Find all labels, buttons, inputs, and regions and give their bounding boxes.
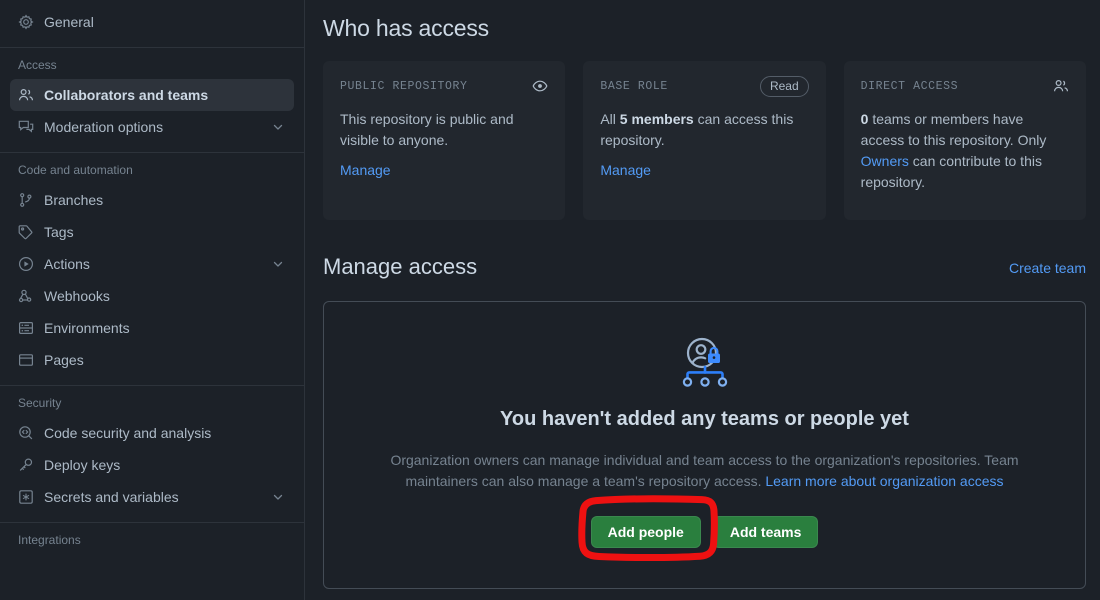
org-access-icon — [682, 337, 727, 387]
sidebar-item-general[interactable]: General — [10, 6, 294, 38]
sidebar-item-label: Moderation options — [44, 119, 164, 135]
base-role-badge[interactable]: Read — [759, 75, 809, 97]
card-body: All 5 members can access this repository… — [600, 109, 808, 151]
chevron-down-icon[interactable] — [270, 256, 286, 272]
owners-link[interactable]: Owners — [861, 153, 909, 169]
sidebar-divider — [0, 47, 304, 48]
manage-base-role-link[interactable]: Manage — [600, 162, 651, 178]
sidebar-item-branches[interactable]: Branches — [10, 184, 294, 216]
sidebar-item-label: Code security and analysis — [44, 425, 212, 441]
public-repository-card: PUBLIC REPOSITORY This repository is pub… — [323, 61, 566, 220]
sidebar-divider — [0, 152, 304, 153]
card-body: This repository is public and visible to… — [340, 111, 514, 148]
sidebar-group-integrations-title: Integrations — [18, 533, 81, 547]
learn-more-organization-access-link[interactable]: Learn more about organization access — [765, 473, 1003, 489]
people-icon — [1053, 78, 1069, 94]
card-body-bold: 5 members — [619, 111, 694, 127]
sidebar-item-tags[interactable]: Tags — [10, 216, 294, 248]
play-icon — [18, 256, 34, 272]
add-teams-button[interactable]: Add teams — [712, 516, 819, 548]
access-cards: PUBLIC REPOSITORY This repository is pub… — [323, 61, 1086, 220]
base-role-card: BASE ROLE Read All 5 members can access … — [583, 61, 826, 220]
sidebar-item-label: Branches — [44, 192, 104, 208]
sidebar-item-webhooks[interactable]: Webhooks — [10, 280, 294, 312]
sidebar-divider — [0, 385, 304, 386]
people-icon — [18, 87, 34, 103]
card-header: DIRECT ACCESS — [861, 76, 1069, 96]
card-label: PUBLIC REPOSITORY — [340, 79, 468, 93]
git-branch-icon — [18, 192, 34, 208]
sidebar-item-label: Secrets and variables — [44, 489, 179, 505]
card-body-mid: teams or members have access to this rep… — [860, 111, 1047, 148]
main-content: Who has access PUBLIC REPOSITORY This re… — [305, 0, 1100, 600]
codescan-icon — [18, 425, 34, 441]
sidebar-item-code-security-and-analysis[interactable]: Code security and analysis — [10, 417, 294, 449]
key-icon — [18, 457, 34, 473]
gear-icon — [18, 14, 34, 30]
sidebar-group-security-title: Security — [18, 396, 62, 410]
sidebar-item-label: General — [44, 14, 94, 30]
settings-page: General Access Collaborators and teams M… — [0, 0, 1100, 600]
create-team-link[interactable]: Create team — [1009, 260, 1086, 282]
sidebar-item-label: Environments — [44, 320, 130, 336]
sidebar-item-moderation-options[interactable]: Moderation options — [10, 111, 294, 143]
sidebar-item-environments[interactable]: Environments — [10, 312, 294, 344]
settings-sidebar: General Access Collaborators and teams M… — [0, 0, 305, 600]
tag-icon — [18, 224, 34, 240]
card-header: PUBLIC REPOSITORY — [340, 76, 548, 96]
manage-access-blankslate: You haven't added any teams or people ye… — [323, 301, 1086, 589]
card-label: BASE ROLE — [600, 79, 668, 93]
card-label: DIRECT ACCESS — [860, 79, 959, 93]
manage-public-repository-link[interactable]: Manage — [340, 162, 391, 178]
sidebar-item-label: Collaborators and teams — [44, 87, 209, 103]
asterisk-box-icon — [18, 489, 34, 505]
comment-discussion-icon — [18, 119, 34, 135]
sidebar-item-actions[interactable]: Actions — [10, 248, 294, 280]
browser-icon — [18, 352, 34, 368]
sidebar-item-label: Webhooks — [44, 288, 110, 304]
sidebar-divider — [0, 522, 304, 523]
chevron-down-icon[interactable] — [270, 119, 286, 135]
sidebar-item-label: Pages — [44, 352, 84, 368]
card-header: BASE ROLE Read — [600, 75, 809, 97]
card-body-prefix: All — [600, 111, 620, 127]
manage-access-title: Manage access — [323, 254, 478, 279]
sidebar-group-code-automation-title: Code and automation — [18, 163, 133, 177]
chevron-down-icon[interactable] — [270, 489, 286, 505]
sidebar-item-collaborators-and-teams[interactable]: Collaborators and teams — [10, 79, 294, 111]
server-icon — [18, 320, 34, 336]
page-title: Who has access — [323, 15, 489, 41]
blankslate-title: You haven't added any teams or people ye… — [500, 408, 909, 430]
card-body: 0 teams or members have access to this r… — [861, 109, 1069, 193]
sidebar-item-pages[interactable]: Pages — [10, 344, 294, 376]
eye-icon — [532, 78, 548, 94]
sidebar-item-label: Tags — [44, 224, 74, 240]
sidebar-item-label: Actions — [44, 256, 90, 272]
manage-access-header: Manage access Create team — [323, 252, 1086, 286]
webhook-icon — [18, 288, 34, 304]
sidebar-item-deploy-keys[interactable]: Deploy keys — [10, 449, 294, 481]
sidebar-group-access-title: Access — [18, 58, 57, 72]
blankslate-description: Organization owners can manage individua… — [355, 450, 1055, 492]
sidebar-item-label: Deploy keys — [44, 457, 121, 473]
sidebar-item-secrets-and-variables[interactable]: Secrets and variables — [10, 481, 294, 513]
blankslate-actions: Add people Add teams — [344, 516, 1065, 548]
add-people-button[interactable]: Add people — [590, 516, 701, 548]
direct-access-card: DIRECT ACCESS 0 teams or members have ac… — [843, 61, 1086, 220]
